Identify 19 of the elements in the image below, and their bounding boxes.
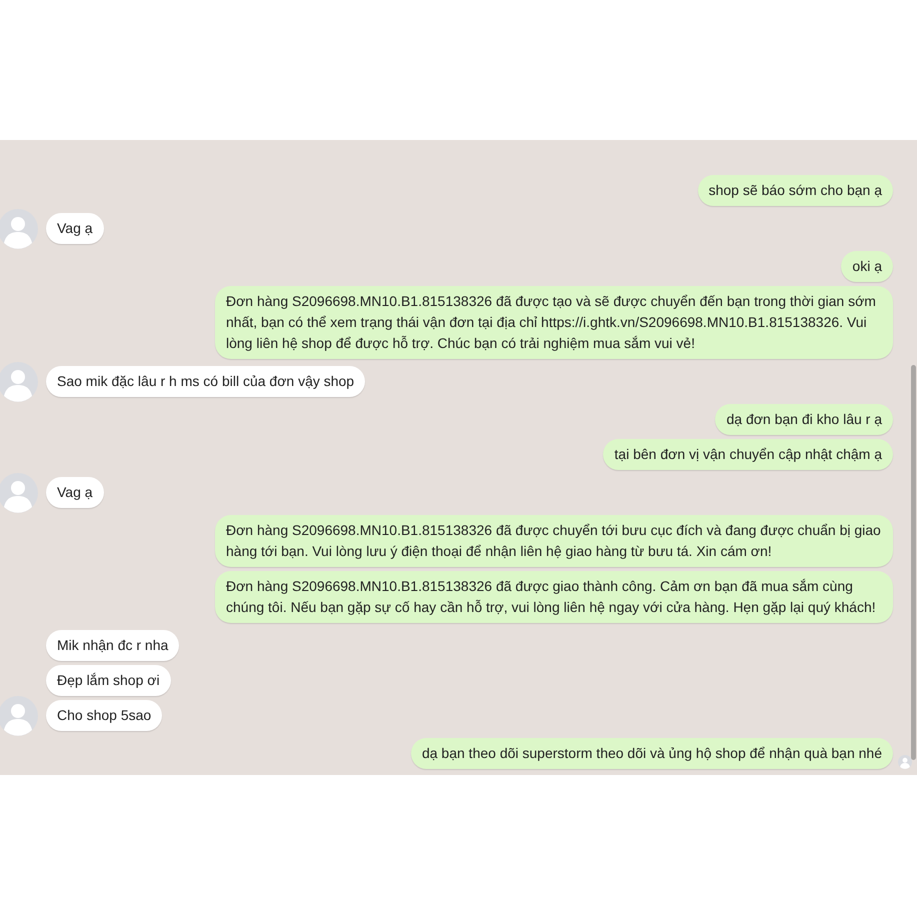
message-bubble: Vag ạ: [46, 213, 104, 244]
message-bubble: dạ bạn theo dõi superstorm theo dõi và ủng hộ shop để nhận quà bạn nhé: [410, 738, 893, 769]
avatar-icon: [0, 473, 38, 513]
message-bubble: oki ạ: [841, 251, 893, 282]
avatar-icon: [0, 209, 38, 249]
message-bubble: Đẹp lắm shop ơi: [46, 665, 171, 696]
message-bubble: Mik nhận đc r nha: [46, 630, 180, 661]
scrollbar-thumb[interactable]: [911, 365, 916, 760]
message-bubble: Đơn hàng S2096698.MN10.B1.815138326 đã được chuyển tới bưu cục đích và đang được chuẩn bị giao hàng tới bạn. Vui lòng lưu ý điện thoại để nhận liên hệ giao hàng từ bưu tá. Xin cám ơn!: [215, 515, 893, 567]
message-bubble: shop sẽ báo sớm cho bạn ạ: [698, 175, 893, 206]
message-bubble: Đơn hàng S2096698.MN10.B1.815138326 đã được tạo và sẽ được chuyển đến bạn trong thời gian sớm nhất, bạn có thể xem trạng thái vận đơn tại địa chỉ https://i.ghtk.vn/S2096698.MN10.B1.815138326. Vui lòng liên hệ shop để được hỗ trợ. Chúc bạn có trải nghiệm mua sắm vui vẻ!: [215, 286, 893, 359]
message-bubble: Sao mik đặc lâu r h ms có bill của đơn vậy shop: [46, 366, 366, 397]
message-bubble: tại bên đơn vị vận chuyển cập nhật chậm ạ: [603, 439, 893, 470]
message-bubble: Vag ạ: [46, 477, 104, 508]
message-bubble: Đơn hàng S2096698.MN10.B1.815138326 đã được giao thành công. Cảm ơn bạn đã mua sắm cùng chúng tôi. Nếu bạn gặp sự cố hay cần hỗ trợ, vui lòng liên hệ ngay với cửa hàng. Hẹn gặp lại quý khách!: [215, 571, 893, 623]
avatar-icon: [0, 696, 38, 736]
message-bubble: dạ đơn bạn đi kho lâu r ạ: [715, 404, 893, 435]
avatar-icon: [0, 362, 38, 402]
message-bubble: Cho shop 5sao: [46, 700, 162, 731]
